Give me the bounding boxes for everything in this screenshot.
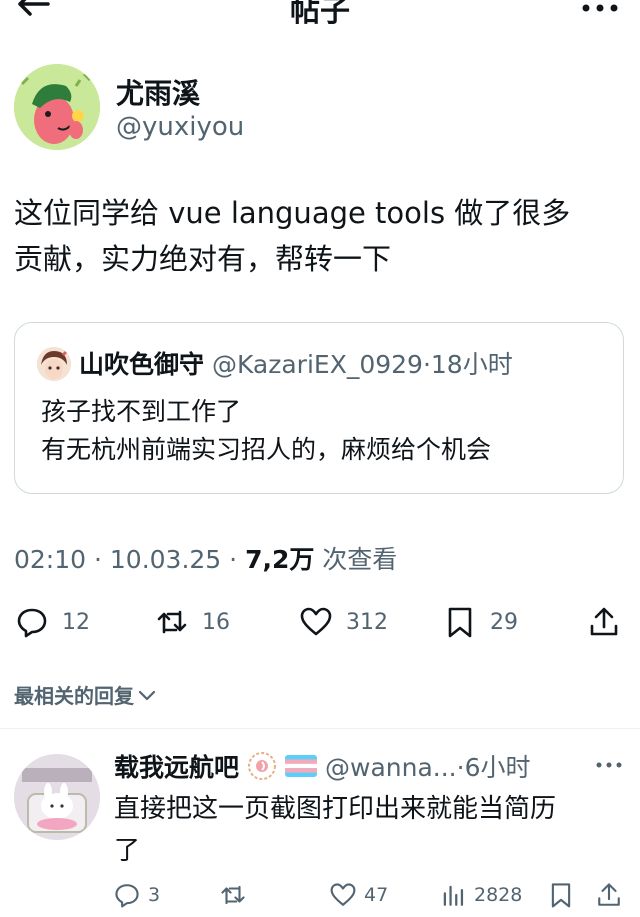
quote-text-line: 有无杭州前端实习招人的，麻烦给个机会: [41, 435, 492, 464]
like-button[interactable]: 312: [300, 600, 388, 644]
share-button[interactable]: [588, 600, 634, 644]
quote-avatar: [37, 347, 71, 381]
reply-text-line: 了: [114, 836, 141, 866]
transgender-flag-icon: [285, 755, 318, 777]
page-title: 帖子: [290, 0, 350, 29]
bookmark-count: 29: [490, 609, 518, 635]
reply-sort-label: 最相关的回复: [14, 684, 134, 708]
reply-button[interactable]: 12: [16, 600, 90, 644]
share-icon: [598, 883, 620, 906]
post-meta: 02:10 · 10.03.25 · 7,2万 次查看: [14, 540, 397, 576]
repost-icon: [221, 885, 245, 905]
more-horizontal-icon[interactable]: [596, 762, 622, 768]
like-count: 312: [346, 609, 388, 635]
more-horizontal-icon[interactable]: [582, 4, 618, 12]
author-avatar[interactable]: [14, 64, 100, 150]
quote-author-name: 山吹色御守: [79, 350, 205, 379]
reply-sort-selector[interactable]: 最相关的回复: [14, 680, 156, 709]
reply-icon: [115, 884, 139, 908]
bookmark-icon: [448, 607, 472, 638]
reply-views-button[interactable]: 2828: [440, 878, 522, 912]
rice-cake-emoji-icon: [248, 752, 277, 780]
views-label: 次查看: [314, 545, 398, 574]
heart-icon: [330, 883, 356, 906]
reply-reply-count: 3: [148, 884, 161, 906]
reply-share-button[interactable]: [596, 878, 630, 912]
reply-header: 载我远航吧 @wanna...·6小时: [114, 748, 531, 784]
reply-text: 直接把这一页截图打印出来就能当简历 了: [114, 788, 624, 872]
quote-text-line: 孩子找不到工作了: [41, 397, 242, 426]
reply-views-count: 2828: [474, 884, 523, 906]
reply-count: 12: [62, 609, 90, 635]
post-text: 这位同学给 vue language tools 做了很多 贡献，实力绝对有，帮…: [14, 190, 624, 282]
reply-icon: [17, 608, 47, 638]
reply-author-name: 载我远航吧: [114, 753, 240, 782]
quote-header: 山吹色御守 @KazariEX_0929·18小时: [79, 345, 513, 381]
views-count: 7,2万: [245, 545, 315, 574]
quote-text: 孩子找不到工作了 有无杭州前端实习招人的，麻烦给个机会: [41, 393, 611, 469]
reply-actions: 3 47 2828: [0, 878, 640, 912]
reply-text-line: 直接把这一页截图打印出来就能当简历: [114, 794, 557, 824]
reply-bookmark-button[interactable]: [548, 878, 582, 912]
reply-avatar[interactable]: [14, 754, 100, 840]
reply-reply-button[interactable]: 3: [114, 878, 160, 912]
reply-repost-button[interactable]: [220, 878, 254, 912]
share-icon: [590, 607, 618, 636]
repost-button[interactable]: 16: [156, 600, 230, 644]
reply-like-count: 47: [364, 884, 389, 906]
reply-like-button[interactable]: 47: [330, 878, 388, 912]
repost-count: 16: [202, 609, 230, 635]
quote-meta: @KazariEX_0929·18小时: [211, 350, 513, 379]
post-text-line: 贡献，实力绝对有，帮转一下: [14, 242, 392, 276]
heart-icon: [300, 607, 332, 636]
reply-post[interactable]: 载我远航吧 @wanna...·6小时 直接把这一页截图打印出来就能当简历 了 …: [0, 740, 640, 917]
views-icon: [443, 885, 464, 906]
author-handle[interactable]: @yuxiyou: [116, 112, 244, 142]
author-name[interactable]: 尤雨溪: [116, 72, 200, 112]
post-author: 尤雨溪 @yuxiyou: [14, 64, 614, 154]
bookmark-button[interactable]: 29: [444, 600, 518, 644]
post-text-line: 这位同学给 vue language tools 做了很多: [14, 196, 571, 230]
reply-meta: @wanna...·6小时: [325, 753, 531, 782]
post-actions: 12 16 312 29: [0, 600, 640, 644]
chevron-down-icon: [138, 690, 156, 700]
divider: [0, 728, 640, 729]
post-time: 02:10 · 10.03.25 ·: [14, 545, 246, 574]
bookmark-icon: [551, 883, 571, 908]
repost-icon: [157, 610, 187, 634]
quoted-post[interactable]: 山吹色御守 @KazariEX_0929·18小时 孩子找不到工作了 有无杭州前…: [14, 322, 624, 494]
top-bar: 帖子: [0, 0, 640, 40]
